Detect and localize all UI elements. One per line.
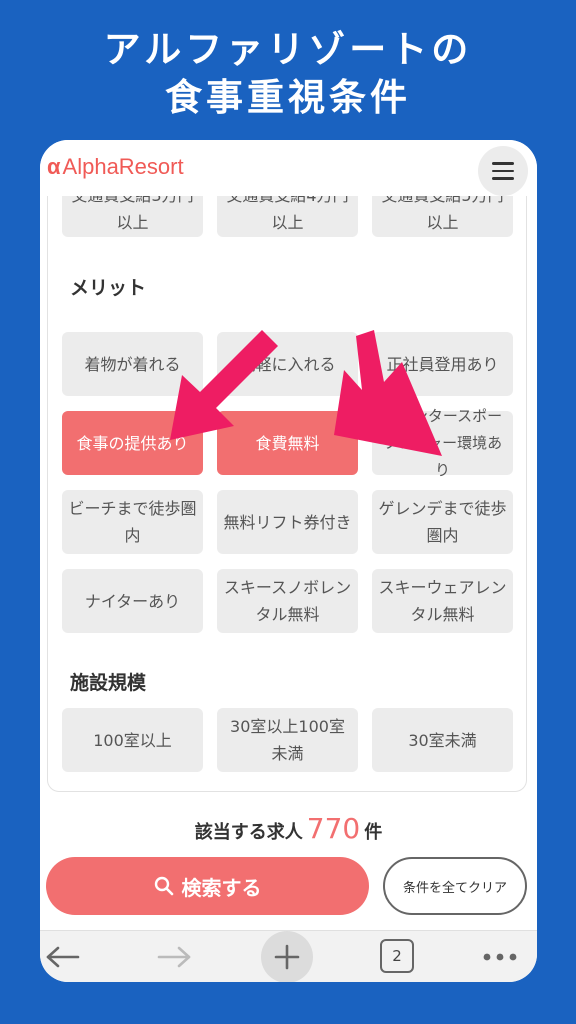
result-suffix: 件 [364, 822, 383, 843]
filter-merit-slope-walk[interactable]: ゲレンデまで徒歩圏内 [372, 490, 513, 554]
filter-merit-ski-rental[interactable]: スキースノボレンタル無料 [217, 569, 358, 633]
tile-label: 30室以上100室未満 [230, 717, 345, 763]
tile-label: ゲレンデまで徒歩圏内 [378, 499, 507, 545]
filter-merit-lift-ticket[interactable]: 無料リフト券付き [217, 490, 358, 554]
filter-facility-30to100[interactable]: 30室以上100室未満 [217, 708, 358, 772]
tab-count-icon[interactable]: 2 [380, 939, 414, 973]
tab-count: 2 [392, 947, 402, 965]
hamburger-bar [492, 169, 514, 173]
filter-merit-wear-rental[interactable]: スキーウェアレンタル無料 [372, 569, 513, 633]
tile-label: 100室以上 [93, 730, 172, 750]
pointer-arrow-left [170, 330, 278, 440]
section-title-facility: 施設規模 [70, 672, 147, 694]
pointer-arrow-right [334, 330, 442, 456]
filter-merit-night-ski[interactable]: ナイターあり [62, 569, 203, 633]
search-icon [154, 876, 173, 896]
hamburger-bar [492, 162, 514, 165]
hamburger-menu-button[interactable] [478, 146, 528, 196]
filter-facility-under30[interactable]: 30室未満 [372, 708, 513, 772]
browser-toolbar: 2 [40, 930, 537, 982]
result-number: 770 [306, 812, 361, 845]
search-button[interactable]: 検索する [46, 857, 369, 915]
headline-line-1: アルファリゾートの [103, 28, 473, 71]
headline-line-2: 食事重視条件 [165, 76, 411, 119]
phone-screen: 交通費支給3万円以上 交通費支給4万円以上 交通費支給5万円以上 メリット 着物… [40, 140, 537, 982]
tile-label: スキーウェアレンタル無料 [378, 578, 507, 624]
tile-label: 無料リフト券付き [223, 512, 352, 532]
tile-label: 30室未満 [408, 730, 477, 750]
hamburger-bar [492, 177, 514, 180]
search-button-label: 検索する [181, 875, 262, 900]
new-tab-plus-icon[interactable] [261, 931, 313, 982]
tile-label: ビーチまで徒歩圏内 [68, 499, 197, 545]
forward-arrow-icon[interactable] [155, 941, 195, 973]
section-title-merit: メリット [70, 277, 147, 299]
result-count: 該当する求人 770 件 [40, 812, 537, 845]
clear-all-label: 条件を全てクリア [402, 880, 507, 896]
logo-mark: α [47, 154, 61, 179]
filter-facility-100plus[interactable]: 100室以上 [62, 708, 203, 772]
logo-text: AlphaResort [62, 154, 184, 179]
result-prefix: 該当する求人 [194, 822, 303, 843]
filter-merit-beach[interactable]: ビーチまで徒歩圏内 [62, 490, 203, 554]
tile-label: スキースノボレンタル無料 [223, 578, 352, 624]
alpharesort-logo[interactable]: α AlphaResort [47, 154, 184, 180]
app-header: α AlphaResort [40, 140, 537, 196]
more-dots-icon[interactable] [482, 941, 518, 973]
back-arrow-icon[interactable] [42, 941, 82, 973]
tile-label: ナイターあり [84, 591, 181, 611]
filter-card: 交通費支給3万円以上 交通費支給4万円以上 交通費支給5万円以上 メリット 着物… [47, 180, 527, 792]
promo-headline: アルファリゾートの 食事重視条件 [0, 26, 576, 122]
clear-all-button[interactable]: 条件を全てクリア [383, 857, 527, 915]
